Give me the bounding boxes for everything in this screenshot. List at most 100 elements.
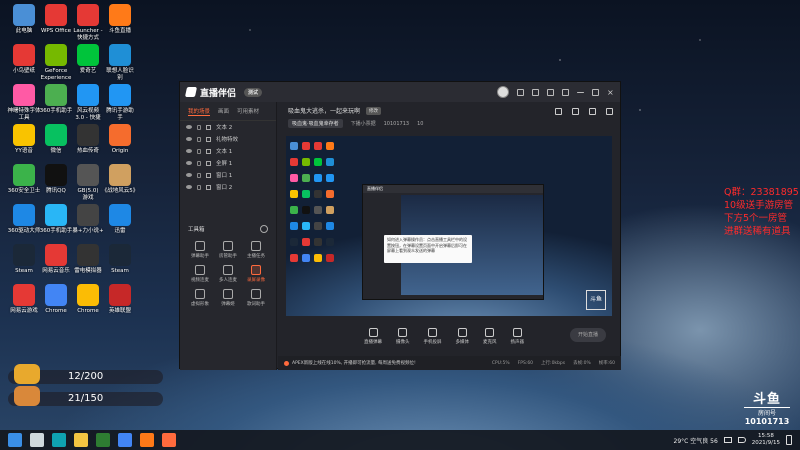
desktop-icon[interactable]: Steam: [100, 244, 140, 275]
menu-icon[interactable]: [562, 88, 569, 96]
visibility-icon[interactable]: [186, 173, 192, 177]
weather-text[interactable]: 29°C 空气良 56: [674, 436, 718, 445]
preview-mini-icon: [290, 174, 298, 182]
app-icon: [13, 164, 35, 186]
room-title: 吸血鬼大逃杀，一起来玩啊: [288, 108, 361, 115]
tab-my-scenes[interactable]: 我的场景: [188, 107, 211, 116]
overlay-line: Q群：23381895: [724, 187, 799, 198]
tool-item[interactable]: 歌词助手: [242, 289, 270, 307]
visibility-icon[interactable]: [186, 149, 192, 153]
version-badge[interactable]: 测试: [244, 87, 263, 97]
scene-item[interactable]: 全屏 1: [180, 157, 276, 169]
volume-icon[interactable]: [737, 437, 746, 443]
visibility-icon[interactable]: [186, 137, 192, 141]
desktop-icon[interactable]: 斗鱼直播: [100, 4, 140, 35]
network-icon[interactable]: [723, 437, 732, 443]
screen-icon[interactable]: [532, 88, 539, 96]
notice-text[interactable]: APEX新版上线在线10%, 开播即可抢流量, 每周送免费视频位!: [292, 360, 416, 366]
scene-item[interactable]: 窗口 1: [180, 169, 276, 181]
minimize-icon[interactable]: [577, 91, 584, 93]
desktop-icon-label: 斗鱼直播: [108, 28, 131, 34]
start-live-button[interactable]: 开始直播: [570, 328, 606, 342]
tool-item[interactable]: 视频连麦: [186, 265, 214, 283]
notification-icon[interactable]: [786, 435, 792, 445]
store-icon[interactable]: [589, 108, 596, 115]
preview-mini-icon: [326, 254, 334, 262]
scene-item[interactable]: 礼物特效: [180, 133, 276, 145]
lock-icon[interactable]: [197, 160, 201, 166]
tool-item[interactable]: 弹幕姬: [214, 289, 242, 307]
action-button[interactable]: 直播弹幕: [364, 327, 382, 345]
action-button[interactable]: 摄像头: [396, 327, 410, 345]
app-orange-2-icon[interactable]: [162, 433, 176, 447]
room-label: 房间号: [744, 407, 790, 417]
close-icon[interactable]: ×: [607, 88, 614, 96]
scene-item[interactable]: 文本 2: [180, 121, 276, 133]
desktop-icon[interactable]: 腾讯手游助 手: [100, 84, 140, 121]
desktop-icon[interactable]: Origin: [100, 124, 140, 155]
desktop-icon[interactable]: 联想人脸识 别: [100, 44, 140, 81]
app-logo-icon: [184, 87, 198, 97]
preview-mini-icon: [326, 174, 334, 182]
lock-icon[interactable]: [197, 184, 201, 190]
app-icon: [77, 4, 99, 26]
toolbox-title: 工具箱: [188, 227, 205, 233]
action-button[interactable]: 手机投屏: [424, 327, 442, 345]
clock[interactable]: 15:58 2021/9/15: [752, 433, 780, 447]
visibility-icon[interactable]: [186, 185, 192, 189]
toolbox-more-icon[interactable]: [260, 225, 268, 233]
app-icon: [109, 284, 131, 306]
tool-item[interactable]: 录屏录像: [242, 265, 270, 283]
files-icon[interactable]: [74, 433, 88, 447]
gift-icon[interactable]: [555, 108, 562, 115]
tool-icon: [195, 241, 205, 251]
preview-mini-icon: [314, 222, 322, 230]
search-icon[interactable]: [30, 433, 44, 447]
preview-mini-icon: [326, 206, 334, 214]
chrome-icon[interactable]: [118, 433, 132, 447]
tool-label: 多人连麦: [219, 278, 237, 283]
lock-icon[interactable]: [197, 124, 201, 130]
stream-preview[interactable]: 直播伴侣 如何进入弹幕操作员：点击直播工具栏中的设置按钮，在弹幕设置页面中开启弹…: [286, 136, 612, 316]
tool-item[interactable]: 主播任务: [242, 241, 270, 259]
tool-item[interactable]: 虚拟形象: [186, 289, 214, 307]
share-icon[interactable]: [572, 108, 579, 115]
scene-item[interactable]: 文本 1: [180, 145, 276, 157]
app-icon: [13, 204, 35, 226]
visibility-icon[interactable]: [186, 125, 192, 129]
tab-picture[interactable]: 画面: [218, 107, 229, 116]
desktop-icon[interactable]: 迅雷: [100, 204, 140, 235]
overlay-red-text: Q群：23381895 10级送手游房管 下方5个一房管 进群送稀有道具: [724, 186, 799, 238]
scene-item[interactable]: 窗口 2: [180, 181, 276, 193]
more-icon[interactable]: [606, 108, 613, 115]
desktop-icon[interactable]: 英雄联盟: [100, 284, 140, 315]
visibility-icon[interactable]: [186, 161, 192, 165]
preview-mini-icon: [326, 190, 334, 198]
clock-time: 15:58: [757, 433, 774, 439]
action-button[interactable]: 麦克风: [483, 327, 497, 345]
edge-icon[interactable]: [52, 433, 66, 447]
source-icon: [206, 160, 211, 166]
message-icon[interactable]: [517, 88, 524, 96]
app-orange-icon[interactable]: [140, 433, 154, 447]
settings-icon[interactable]: [547, 88, 554, 96]
counter-1-text: 12/200: [68, 371, 104, 382]
action-bar: 开始直播 直播弹幕 摄像头 手机投屏 多媒体 麦克风 扬声器: [286, 322, 612, 350]
action-button[interactable]: 多媒体: [456, 327, 469, 345]
lock-icon[interactable]: [197, 172, 201, 178]
lock-icon[interactable]: [197, 148, 201, 154]
tool-item[interactable]: 多人连麦: [214, 265, 242, 283]
desktop-icon[interactable]: 《战地风云5》: [100, 164, 140, 195]
category-selector[interactable]: 吸血鬼·吸血鬼幸存者: [288, 119, 343, 128]
maximize-icon[interactable]: [592, 88, 599, 96]
scene-label: 文本 2: [216, 125, 233, 131]
lock-icon[interactable]: [197, 136, 201, 142]
start-icon[interactable]: [8, 433, 22, 447]
store-icon[interactable]: [96, 433, 110, 447]
tab-assets[interactable]: 可用素材: [237, 107, 259, 116]
edit-title-button[interactable]: 修改: [366, 106, 382, 115]
tool-item[interactable]: 房管助手: [214, 241, 242, 259]
avatar[interactable]: [497, 86, 509, 98]
tool-item[interactable]: 弹幕助手: [186, 241, 214, 259]
action-button[interactable]: 扬声器: [511, 327, 524, 345]
